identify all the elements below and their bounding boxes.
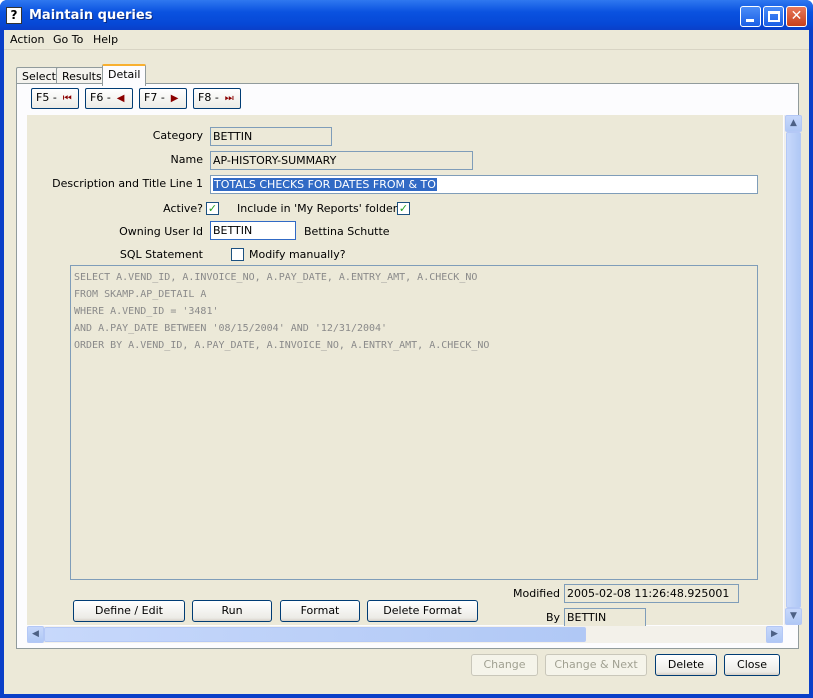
title-bar[interactable]: ? Maintain queries ✕ — [0, 0, 813, 30]
owner-name: Bettina Schutte — [304, 225, 390, 238]
delete-format-button[interactable]: Delete Format — [367, 600, 478, 622]
menu-go-to-label: Go To — [53, 33, 84, 46]
close-button[interactable]: Close — [724, 654, 780, 676]
name-field[interactable]: AP-HISTORY-SUMMARY — [210, 151, 473, 170]
first-record-button[interactable]: F5 - ⏮ — [31, 88, 79, 109]
horizontal-scrollbar[interactable]: ◀ ▶ — [27, 626, 783, 643]
next-record-button[interactable]: F7 - ▶ — [139, 88, 187, 109]
close-icon: ✕ — [790, 8, 803, 24]
by-label: By — [545, 611, 560, 624]
delete-button[interactable]: Delete — [655, 654, 717, 676]
previous-record-icon: ◀ — [116, 93, 125, 104]
last-record-icon: ⏭ — [224, 93, 234, 104]
minimize-button[interactable] — [740, 6, 761, 27]
my-reports-checkbox[interactable]: ✓ — [397, 202, 410, 215]
owner-label: Owning User Id — [119, 225, 203, 238]
sql-text-area[interactable]: SELECT A.VEND_ID, A.INVOICE_NO, A.PAY_DA… — [70, 265, 758, 580]
next-record-icon: ▶ — [170, 93, 179, 104]
category-label: Category — [152, 129, 203, 142]
close-window-button[interactable]: ✕ — [786, 6, 807, 27]
active-checkbox[interactable]: ✓ — [206, 202, 219, 215]
vertical-scroll-thumb[interactable] — [786, 132, 801, 608]
modify-manually-checkbox[interactable] — [231, 248, 244, 261]
vertical-scrollbar[interactable]: ▲ ▼ — [784, 115, 802, 625]
app-window: ? Maintain queries ✕ Action Go To Help S… — [0, 0, 813, 698]
modify-manually-label: Modify manually? — [249, 248, 346, 261]
change-and-next-button[interactable]: Change & Next — [545, 654, 647, 676]
scroll-down-icon[interactable]: ▼ — [785, 608, 802, 625]
scroll-up-icon[interactable]: ▲ — [785, 115, 802, 132]
next-record-key: F7 - — [144, 91, 165, 104]
menu-help-label: Help — [93, 33, 119, 46]
scroll-right-icon[interactable]: ▶ — [766, 626, 783, 643]
scroll-left-icon[interactable]: ◀ — [27, 626, 44, 643]
description-label: Description and Title Line 1 — [52, 177, 203, 190]
menu-action[interactable]: Action — [10, 33, 44, 46]
category-field[interactable]: BETTIN — [210, 127, 332, 146]
sql-label: SQL Statement — [119, 248, 203, 261]
run-button[interactable]: Run — [192, 600, 272, 622]
active-label: Active? — [163, 202, 203, 215]
description-field[interactable]: TOTALS CHECKS FOR DATES FROM & TO — [210, 175, 758, 194]
detail-form: Category BETTIN Name AP-HISTORY-SUMMARY … — [27, 115, 783, 627]
maximize-icon — [768, 11, 780, 22]
window-title: Maintain queries — [29, 8, 153, 23]
maximize-button[interactable] — [763, 6, 784, 27]
define-edit-button[interactable]: Define / Edit — [73, 600, 185, 622]
minimize-icon — [746, 19, 754, 22]
menu-bar: Action Go To Help — [4, 30, 809, 50]
client-area: Action Go To Help Select Results Detail … — [4, 30, 809, 694]
menu-action-label: Action — [10, 33, 45, 46]
tab-detail[interactable]: Detail — [102, 64, 147, 86]
last-record-button[interactable]: F8 - ⏭ — [193, 88, 241, 109]
first-record-key: F5 - — [36, 91, 57, 104]
name-label: Name — [170, 153, 203, 166]
question-icon[interactable]: ? — [6, 7, 22, 24]
description-value: TOTALS CHECKS FOR DATES FROM & TO — [213, 178, 437, 191]
format-button[interactable]: Format — [280, 600, 360, 622]
by-field: BETTIN — [564, 608, 646, 627]
previous-record-button[interactable]: F6 - ◀ — [85, 88, 133, 109]
horizontal-scroll-thumb[interactable] — [44, 627, 586, 642]
my-reports-label: Include in 'My Reports' folder? — [237, 202, 404, 215]
menu-help[interactable]: Help — [93, 33, 118, 46]
owner-field[interactable]: BETTIN — [210, 221, 296, 240]
detail-panel: F5 - ⏮ F6 - ◀ F7 - ▶ F8 - ⏭ Category BETTIN … — [16, 83, 802, 649]
menu-go-to[interactable]: Go To — [53, 33, 83, 46]
modified-field: 2005-02-08 11:26:48.925001 — [564, 584, 739, 603]
last-record-key: F8 - — [198, 91, 219, 104]
modified-label: Modified — [513, 587, 560, 600]
change-button[interactable]: Change — [471, 654, 538, 676]
previous-record-key: F6 - — [90, 91, 111, 104]
first-record-icon: ⏮ — [62, 93, 72, 104]
